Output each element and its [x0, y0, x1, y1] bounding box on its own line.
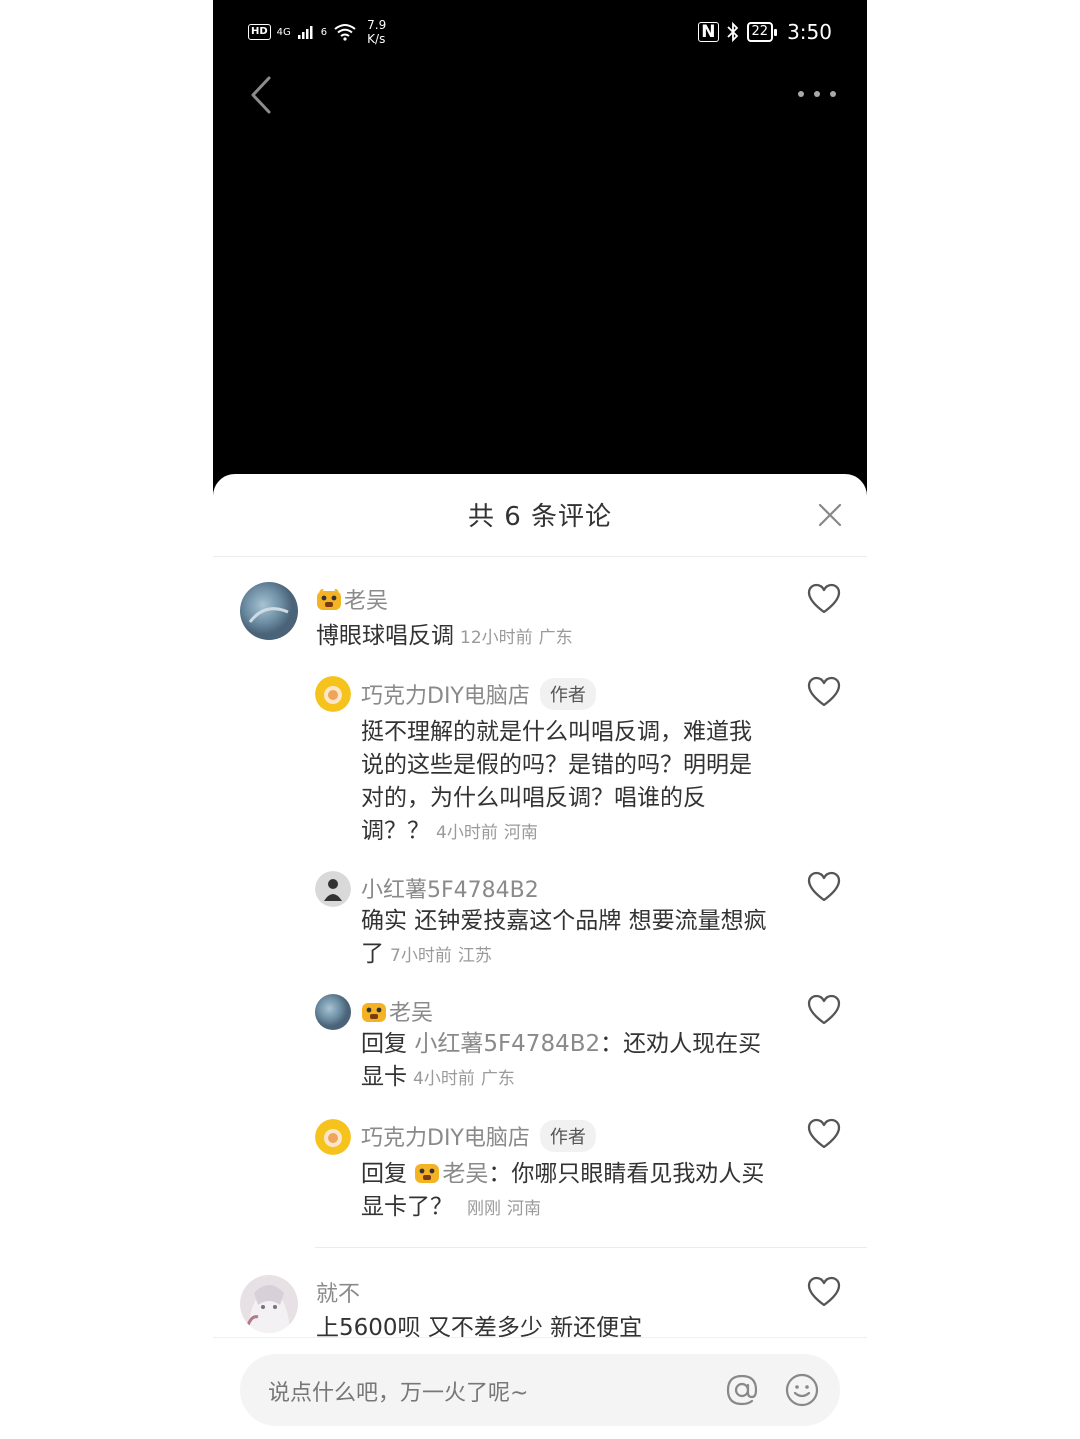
- emoji-button[interactable]: [784, 1372, 820, 1408]
- mention-button[interactable]: [724, 1372, 760, 1408]
- avatar[interactable]: [240, 1275, 298, 1333]
- phone-screen: HD 4G 6 7.9 K/s N 22 3:50 共 6 条评论 老吴 博眼球…: [213, 0, 867, 1439]
- comment-input-placeholder: 说点什么吧，万一火了呢~: [268, 1381, 529, 1406]
- comment-username[interactable]: 就不: [316, 1276, 360, 1308]
- username-text: 就不: [316, 1282, 361, 1307]
- like-button[interactable]: [807, 1276, 841, 1308]
- comment-body: 上5600呗 又不差多少 新还便宜: [316, 1315, 643, 1337]
- at-icon: [726, 1374, 758, 1406]
- comment-item: 就不 上5600呗 又不差多少 新还便宜: [213, 0, 867, 1337]
- comment-input[interactable]: 说点什么吧，万一火了呢~: [240, 1354, 840, 1426]
- comment-text[interactable]: 上5600呗 又不差多少 新还便宜: [316, 1312, 786, 1337]
- heart-outline-icon: [807, 1276, 841, 1307]
- comment-input-bar: 说点什么吧，万一火了呢~: [213, 1337, 867, 1439]
- smiley-icon: [785, 1373, 819, 1407]
